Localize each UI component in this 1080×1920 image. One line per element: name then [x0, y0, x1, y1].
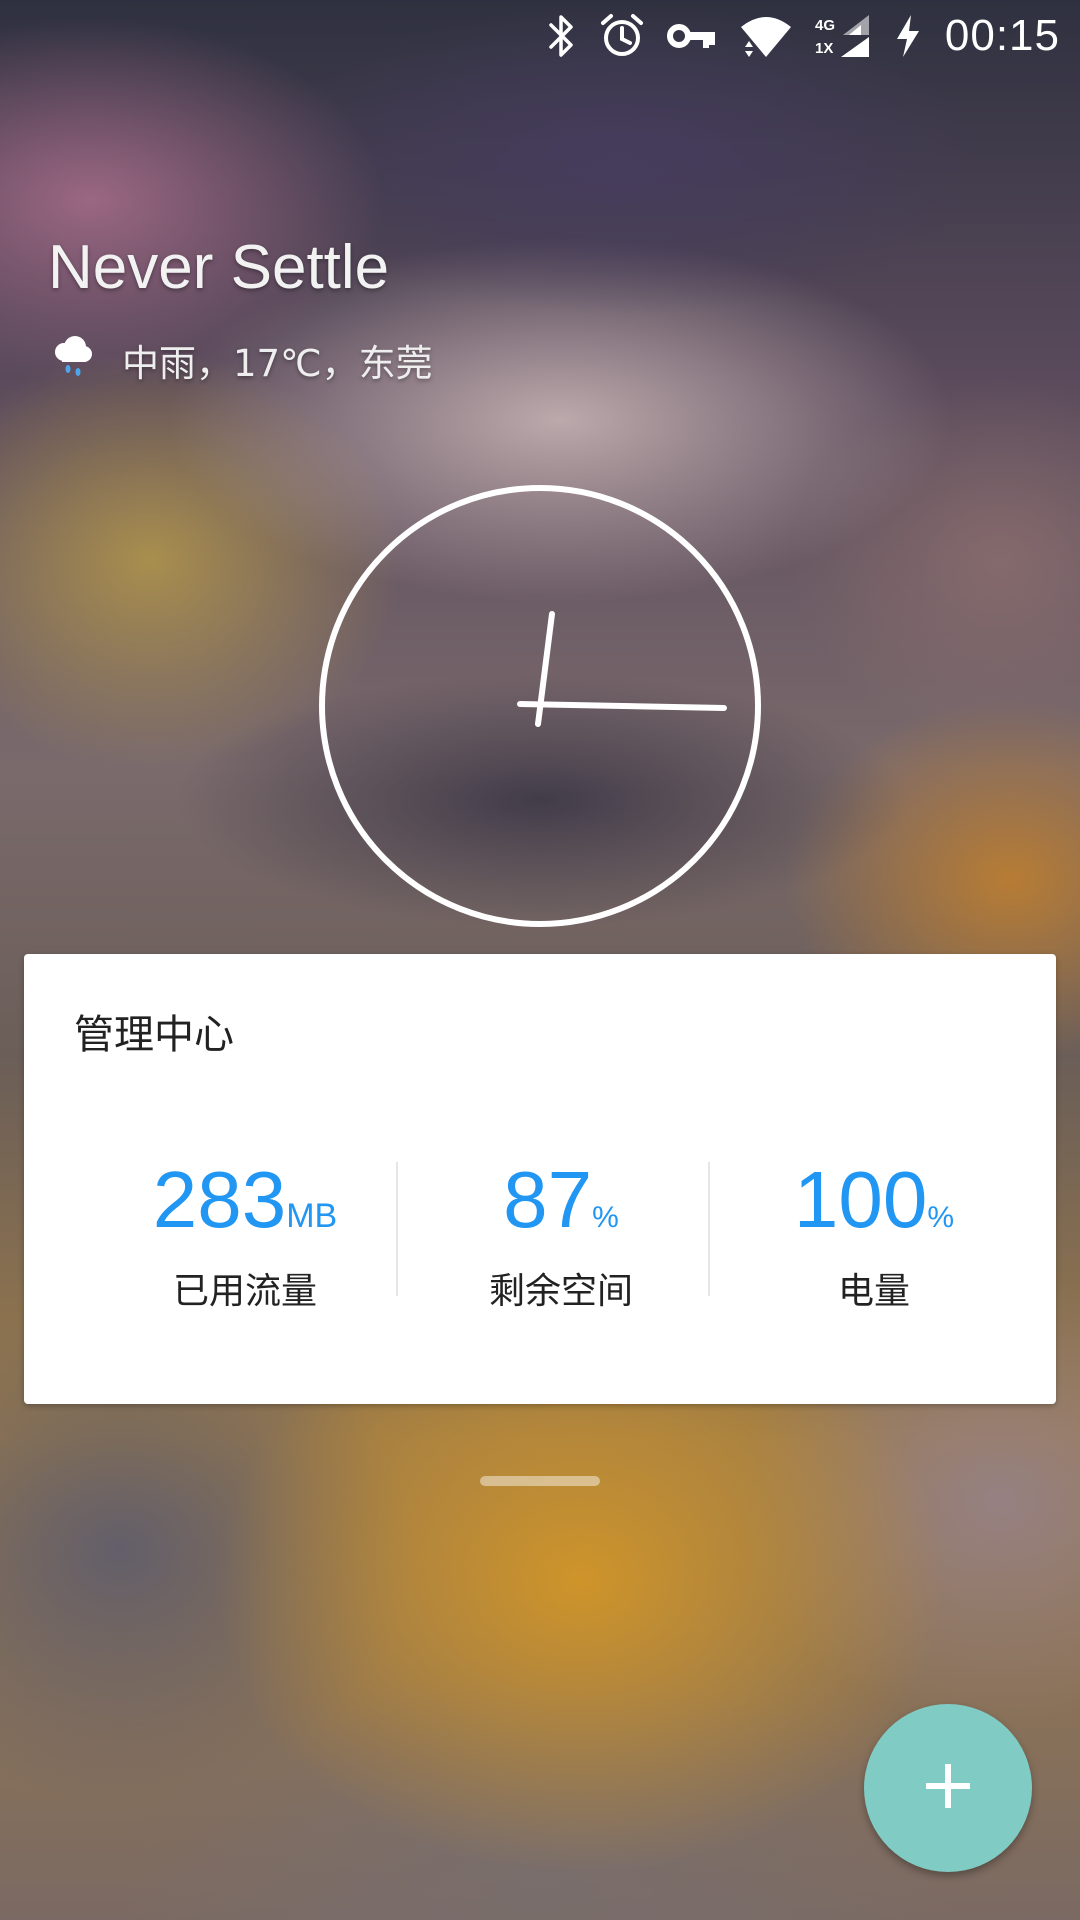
minute-hand — [517, 701, 727, 711]
management-center-card[interactable]: 管理中心 283MB 已用流量 87% 剩余空间 100% 电量 — [24, 954, 1056, 1404]
analog-clock[interactable] — [316, 482, 764, 930]
stat-data-usage[interactable]: 283MB 已用流量 — [60, 1154, 430, 1314]
stat-free-space[interactable]: 87% 剩余空间 — [400, 1154, 722, 1314]
weather-widget[interactable]: 中雨，17℃，东莞 — [50, 332, 433, 387]
status-bar[interactable]: 4G 1X 00:15 — [0, 0, 1080, 72]
card-title: 管理中心 — [74, 1012, 234, 1058]
stat-value: 283MB — [60, 1154, 430, 1246]
stat-unit: % — [927, 1201, 955, 1234]
weather-text: 中雨，17℃，东莞 — [122, 341, 433, 385]
headline-text[interactable]: Never Settle — [48, 232, 389, 303]
divider — [708, 1162, 710, 1296]
stat-label: 剩余空间 — [488, 1271, 633, 1312]
stat-value: 87% — [400, 1154, 722, 1246]
plus-icon — [924, 1762, 972, 1814]
stat-label: 已用流量 — [172, 1271, 317, 1312]
stat-label: 电量 — [837, 1271, 910, 1312]
drawer-handle[interactable] — [480, 1476, 600, 1486]
network-bottom-label: 1X — [815, 40, 833, 57]
stat-number: 87 — [503, 1155, 593, 1244]
divider — [396, 1162, 398, 1296]
alarm-icon — [599, 11, 645, 61]
network-top-label: 4G — [815, 17, 835, 34]
stat-value: 100% — [714, 1154, 1034, 1246]
stat-battery[interactable]: 100% 电量 — [714, 1154, 1034, 1314]
stat-unit: MB — [286, 1197, 338, 1235]
signal-4g-1x-icon: 4G 1X — [815, 11, 871, 61]
wifi-icon — [739, 11, 793, 61]
home-screen: 4G 1X 00:15 Never Settle 中雨，17℃，东莞 管理中心 … — [0, 0, 1080, 1920]
charging-icon — [893, 11, 923, 61]
add-button[interactable] — [864, 1704, 1032, 1872]
status-time: 00:15 — [944, 11, 1060, 60]
stat-number: 283 — [152, 1155, 287, 1244]
stat-number: 100 — [793, 1155, 928, 1244]
vpn-key-icon — [666, 11, 717, 61]
bluetooth-icon — [547, 11, 577, 61]
rain-cloud-icon — [50, 332, 96, 387]
stat-unit: % — [592, 1201, 619, 1234]
